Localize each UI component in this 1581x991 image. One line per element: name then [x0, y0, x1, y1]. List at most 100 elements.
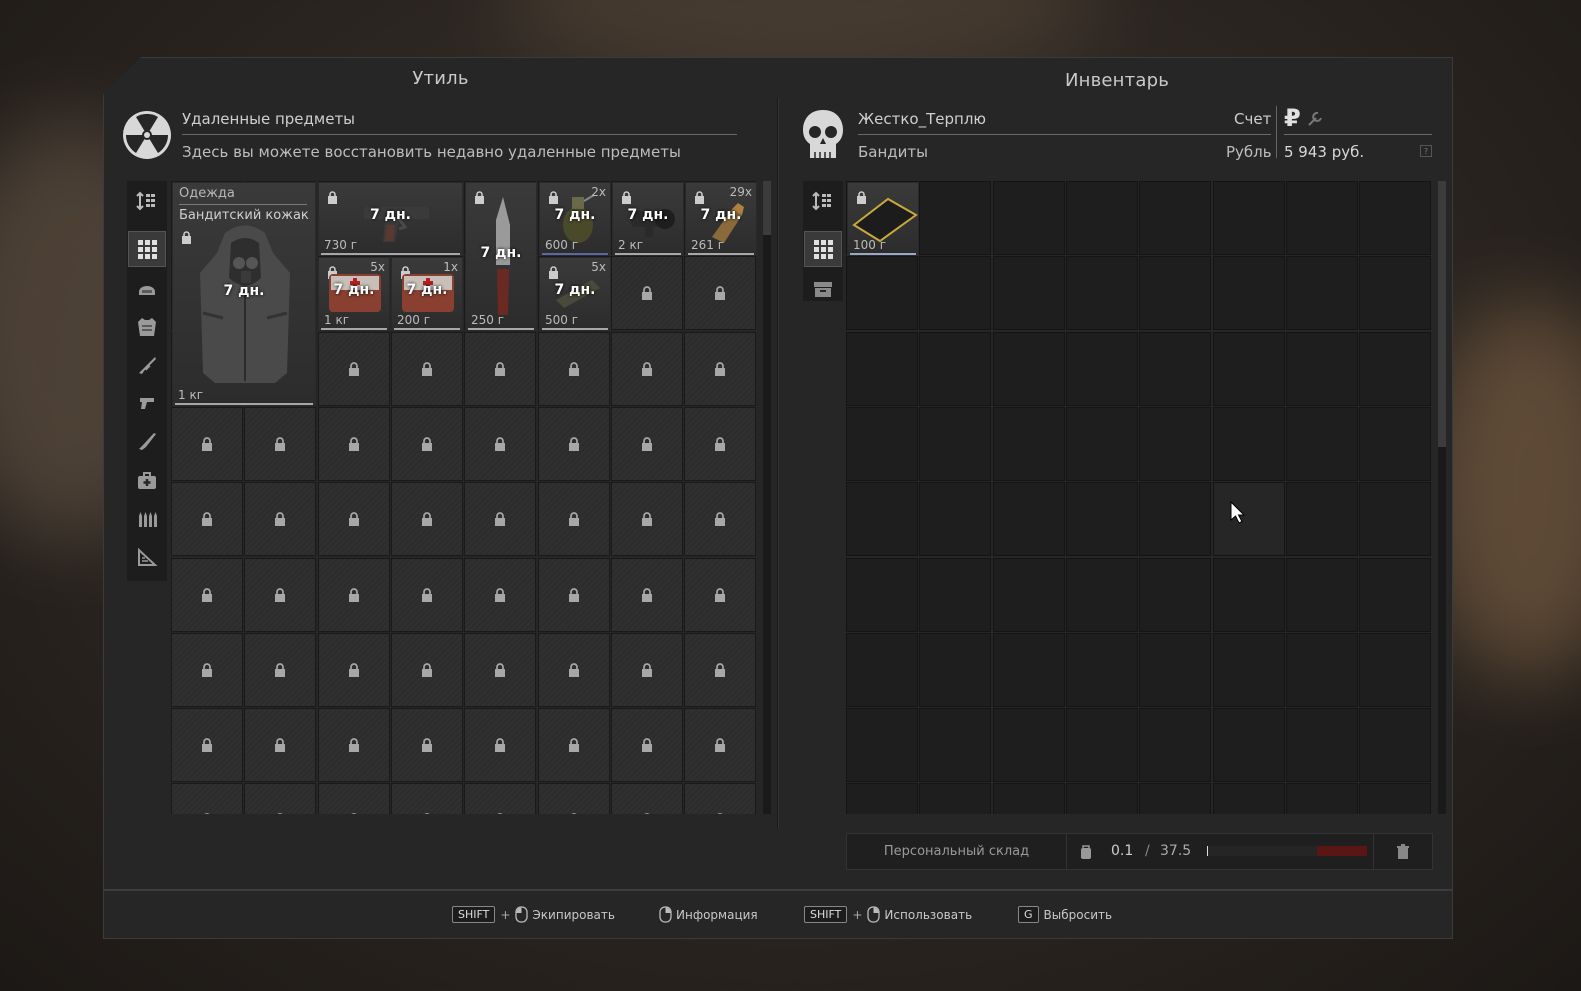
right-scrollbar-thumb[interactable]: [1438, 181, 1446, 447]
inventory-slot[interactable]: [244, 482, 317, 557]
inventory-slot[interactable]: [390, 482, 463, 557]
inventory-slot[interactable]: [171, 406, 243, 481]
personal-storage-label[interactable]: Персональный склад: [847, 834, 1067, 869]
inventory-slot[interactable]: [992, 708, 1065, 783]
category-weapon-button[interactable]: [128, 347, 166, 383]
inventory-slot[interactable]: [992, 406, 1065, 481]
inventory-slot[interactable]: [317, 783, 390, 814]
category-knife-button[interactable]: [128, 423, 166, 459]
category-all-button[interactable]: [128, 231, 166, 267]
inventory-slot[interactable]: [464, 632, 537, 707]
inventory-slot[interactable]: [684, 256, 757, 331]
inventory-slot[interactable]: [1065, 482, 1138, 557]
inventory-slot[interactable]: [1139, 256, 1212, 331]
inventory-slot[interactable]: [1285, 482, 1358, 557]
inventory-slot[interactable]: [846, 331, 918, 406]
inventory-slot[interactable]: [1139, 482, 1212, 557]
inventory-slot[interactable]: [919, 256, 992, 331]
inventory-grid-button[interactable]: [804, 231, 842, 267]
inventory-slot[interactable]: [1065, 256, 1138, 331]
inventory-slot[interactable]: [464, 406, 537, 481]
inventory-slot[interactable]: [992, 331, 1065, 406]
inventory-slot[interactable]: [919, 708, 992, 783]
inventory-slot[interactable]: [919, 783, 992, 814]
inventory-slot[interactable]: [1139, 557, 1212, 632]
inventory-slot[interactable]: [684, 482, 757, 557]
inventory-slot[interactable]: [1359, 406, 1432, 481]
inventory-slot[interactable]: [171, 783, 243, 814]
inventory-slot[interactable]: [992, 783, 1065, 814]
inventory-slot[interactable]: [537, 482, 610, 557]
inventory-slot[interactable]: [684, 406, 757, 481]
sort-button[interactable]: [128, 183, 166, 219]
item-pistol[interactable]: 7 дн. 730 г: [318, 182, 463, 256]
inventory-slot[interactable]: [846, 632, 918, 707]
item-bandit-jacket[interactable]: Одежда Бандитский кожак 7 дн. 1 кг: [172, 182, 316, 406]
inventory-slot[interactable]: [464, 708, 537, 783]
inventory-slot[interactable]: [610, 783, 683, 814]
inventory-slot[interactable]: [1285, 783, 1358, 814]
inventory-slot[interactable]: [537, 406, 610, 481]
inventory-slot[interactable]: [1065, 557, 1138, 632]
inventory-slot[interactable]: [1285, 256, 1358, 331]
inventory-slot[interactable]: [1285, 406, 1358, 481]
inventory-slot[interactable]: [1212, 406, 1285, 481]
help-button[interactable]: ?: [1420, 145, 1432, 157]
inventory-slot[interactable]: [1212, 557, 1285, 632]
inventory-slot[interactable]: [919, 406, 992, 481]
inventory-slot[interactable]: [992, 256, 1065, 331]
item-food[interactable]: 5x 7 дн. 500 г: [539, 257, 611, 331]
inventory-slot[interactable]: [919, 331, 992, 406]
inventory-slot[interactable]: [464, 482, 537, 557]
inventory-slot[interactable]: [1065, 783, 1138, 814]
inventory-slot[interactable]: [846, 482, 918, 557]
inventory-slot[interactable]: [537, 783, 610, 814]
inventory-slot[interactable]: [317, 331, 390, 406]
inventory-slot[interactable]: [171, 482, 243, 557]
inventory-slot[interactable]: [537, 331, 610, 406]
inventory-slot[interactable]: [1285, 632, 1358, 707]
inventory-slot[interactable]: [1285, 708, 1358, 783]
storage-box-button[interactable]: [804, 271, 842, 307]
inventory-slot[interactable]: [1139, 783, 1212, 814]
inventory-slot[interactable]: [846, 557, 918, 632]
category-pistol-button[interactable]: [128, 385, 166, 421]
item-medkit[interactable]: 5x 7 дн. 1 кг: [318, 257, 390, 331]
category-misc-button[interactable]: [128, 539, 166, 575]
inventory-slot[interactable]: [1139, 632, 1212, 707]
inventory-slot[interactable]: [1139, 181, 1212, 255]
inventory-slot[interactable]: [684, 783, 757, 814]
inventory-slot[interactable]: [390, 783, 463, 814]
inventory-slot[interactable]: [846, 708, 918, 783]
inventory-slot[interactable]: [846, 406, 918, 481]
inventory-slot[interactable]: [610, 708, 683, 783]
inventory-slot[interactable]: [1065, 406, 1138, 481]
inventory-slot[interactable]: [464, 331, 537, 406]
inventory-slot[interactable]: [464, 783, 537, 814]
inventory-slot[interactable]: [1139, 708, 1212, 783]
inventory-slot[interactable]: [610, 632, 683, 707]
inventory-slot[interactable]: [1212, 256, 1285, 331]
inventory-slot[interactable]: [390, 331, 463, 406]
sort-button[interactable]: [804, 183, 842, 219]
inventory-slot[interactable]: [610, 406, 683, 481]
inventory-slot[interactable]: [317, 482, 390, 557]
inventory-slot[interactable]: [1285, 331, 1358, 406]
inventory-slot[interactable]: [1065, 708, 1138, 783]
trash-icon[interactable]: [1396, 844, 1410, 860]
inventory-slot[interactable]: [1065, 632, 1138, 707]
category-ammo-button[interactable]: [128, 501, 166, 537]
inventory-slot[interactable]: [919, 482, 992, 557]
inventory-slot[interactable]: [1212, 632, 1285, 707]
inventory-slot[interactable]: [317, 557, 390, 632]
inventory-slot[interactable]: [537, 708, 610, 783]
inventory-slot[interactable]: [244, 557, 317, 632]
inventory-slot[interactable]: [610, 482, 683, 557]
inventory-slot[interactable]: [684, 331, 757, 406]
inventory-slot[interactable]: [1212, 181, 1285, 255]
inventory-slot[interactable]: [919, 557, 992, 632]
category-helmet-button[interactable]: [128, 271, 166, 307]
inventory-slot[interactable]: [1212, 708, 1285, 783]
inventory-slot[interactable]: [684, 632, 757, 707]
inventory-slot[interactable]: [992, 482, 1065, 557]
